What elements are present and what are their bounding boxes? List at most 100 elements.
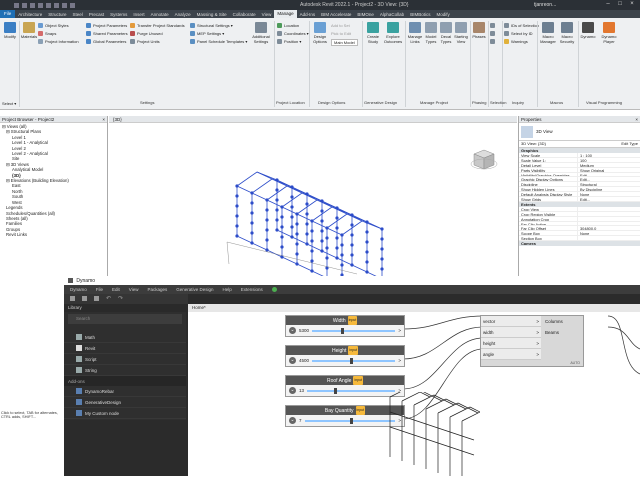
library-item[interactable]: String (64, 365, 186, 376)
materials-button[interactable]: Materials (20, 22, 38, 39)
ribbon-tab-bim-accelerate[interactable]: BIM Accelerate (318, 12, 354, 17)
property-value[interactable]: 100 (577, 157, 640, 162)
connection-node[interactable] (350, 253, 354, 257)
connection-node[interactable] (265, 238, 269, 242)
beam[interactable] (236, 235, 253, 244)
beam[interactable] (236, 185, 253, 194)
ribbon-tab-collaborate[interactable]: Collaborate (230, 12, 259, 17)
connection-node[interactable] (335, 226, 339, 230)
minimize-button[interactable]: – (603, 1, 613, 9)
connection-node[interactable] (295, 222, 299, 226)
connection-node[interactable] (340, 243, 344, 247)
connection-node[interactable] (235, 194, 239, 198)
new-file-icon[interactable] (70, 296, 75, 301)
selection-save-button[interactable] (490, 23, 495, 28)
custom-frame-node[interactable]: vector > width > height > angle > Columns Beams … (480, 315, 584, 367)
ridge-beam[interactable] (316, 199, 333, 208)
connection-node[interactable] (305, 212, 309, 216)
connection-node[interactable] (325, 246, 329, 250)
expand-chevron-icon[interactable]: ⌄ (289, 417, 296, 424)
connection-node[interactable] (295, 242, 299, 246)
connection-node[interactable] (280, 235, 284, 239)
slider-thumb[interactable] (349, 417, 353, 424)
input-port[interactable]: vector > (481, 316, 541, 327)
global-parameters-button[interactable]: Global Parameters (86, 39, 126, 44)
number-slider-node[interactable]: Width input ⌄ 5300 > (285, 315, 405, 337)
rafter[interactable] (361, 220, 383, 230)
additional-settings-button[interactable]: Additional Settings (250, 22, 272, 44)
ribbon-tab-bimone[interactable]: BIMOne (354, 12, 377, 17)
connection-node[interactable] (250, 221, 254, 225)
connection-node[interactable] (365, 260, 369, 264)
pick-to-edit-button[interactable]: Pick to Edit (331, 31, 351, 36)
ridge-beam[interactable] (301, 192, 318, 201)
user-account[interactable]: tjanreon... (534, 2, 556, 8)
dynamo-menu-generative-design[interactable]: Generative Design (176, 287, 213, 292)
connection-node[interactable] (305, 222, 309, 226)
dynamo-menu-view[interactable]: View (129, 287, 139, 292)
ribbon-tab-file[interactable]: File (0, 10, 16, 18)
connection-node[interactable] (380, 247, 384, 251)
connection-node[interactable] (320, 239, 324, 243)
modify-button[interactable]: Modify (2, 22, 18, 39)
input-port[interactable]: angle > (481, 349, 541, 360)
view-tab[interactable]: {3D} (109, 116, 517, 123)
node-title[interactable]: Roof Angle input (286, 376, 404, 385)
project-parameters-button[interactable]: Project Parameters (86, 23, 127, 28)
ridge-beam[interactable] (331, 206, 348, 215)
close-icon[interactable]: × (635, 117, 638, 122)
open-file-icon[interactable] (82, 296, 87, 301)
3d-view-icon[interactable] (70, 2, 75, 8)
connection-node[interactable] (350, 243, 354, 247)
connection-node[interactable] (380, 257, 384, 261)
property-value[interactable] (577, 221, 640, 226)
ridge-beam[interactable] (256, 171, 273, 180)
property-value[interactable]: None (577, 192, 640, 197)
connection-node[interactable] (235, 204, 239, 208)
ribbon-tab-analyze[interactable]: Analyze (172, 12, 194, 17)
beam[interactable] (351, 264, 368, 273)
connection-node[interactable] (275, 198, 279, 202)
connection-node[interactable] (365, 230, 369, 234)
purge-unused-button[interactable]: Purge Unused (130, 31, 163, 36)
property-value[interactable] (577, 216, 640, 221)
connection-node[interactable] (280, 215, 284, 219)
property-value[interactable]: By Discipline (577, 187, 640, 192)
create-study-button[interactable]: Create Study (364, 22, 382, 44)
beam[interactable] (251, 242, 268, 251)
ribbon-tab-structure[interactable]: Structure (45, 12, 69, 17)
select-by-id-button[interactable]: Select by ID (504, 31, 533, 36)
connection-node[interactable] (295, 232, 299, 236)
node-title[interactable]: Height input (286, 346, 404, 355)
expand-chevron-icon[interactable]: ⌄ (289, 357, 296, 364)
slider-track[interactable] (312, 357, 396, 364)
dynamo-button[interactable]: Dynamo (580, 22, 596, 39)
property-value[interactable]: Medium (577, 162, 640, 167)
connection-node[interactable] (320, 209, 324, 213)
library-item[interactable]: Revit (64, 343, 186, 354)
ridge-beam[interactable] (346, 213, 363, 222)
redo-icon[interactable] (38, 2, 43, 8)
connection-node[interactable] (305, 202, 309, 206)
connection-node[interactable] (335, 236, 339, 240)
connection-node[interactable] (340, 233, 344, 237)
connection-node[interactable] (335, 246, 339, 250)
undo-icon[interactable]: ↶ (106, 295, 111, 302)
connection-node[interactable] (265, 228, 269, 232)
beam[interactable] (306, 243, 323, 252)
slider-value[interactable]: 5300 (299, 328, 309, 333)
library-item[interactable]: Math (64, 332, 186, 343)
ridge-beam[interactable] (286, 185, 303, 194)
slider-track[interactable] (312, 327, 396, 334)
ribbon-tab-precast[interactable]: Precast (86, 12, 107, 17)
connection-node[interactable] (265, 208, 269, 212)
connection-node[interactable] (320, 229, 324, 233)
view-cube[interactable] (470, 144, 498, 174)
manage-links-button[interactable]: Manage Links (407, 22, 423, 44)
beam[interactable] (321, 250, 338, 259)
type-selector[interactable]: 3D View (519, 123, 640, 141)
beam[interactable] (251, 192, 268, 201)
beam[interactable] (311, 220, 328, 229)
connection-node[interactable] (275, 218, 279, 222)
ribbon-tab-bimbotics[interactable]: BIMBotics (407, 12, 433, 17)
